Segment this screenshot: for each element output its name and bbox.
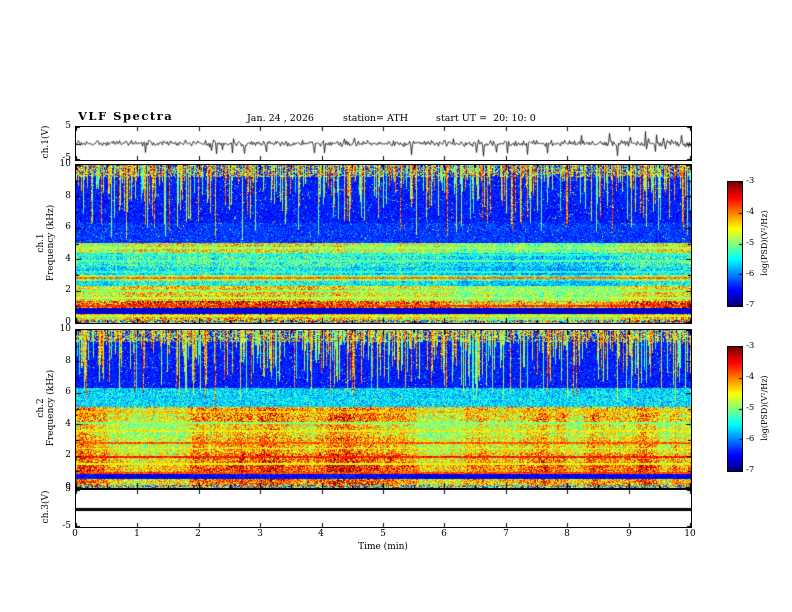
y-tick-label: 4 — [65, 254, 71, 264]
ch1-waveform-ylabel: ch.1(V) — [41, 125, 51, 159]
y-tick-label: 10 — [59, 324, 71, 334]
y-tick-label: 5 — [65, 121, 71, 131]
y-tick-label: 2 — [65, 285, 71, 295]
y-tick-label: 8 — [65, 191, 71, 201]
colorbar-tick-label: -3 — [746, 176, 755, 186]
ch3-waveform-canvas — [75, 489, 692, 528]
ch2-spectrogram-ylabel-line2: Frequency (kHz) — [46, 369, 56, 447]
x-tick-label: 6 — [441, 529, 447, 539]
colorbar-tick-label: -7 — [746, 465, 755, 475]
vlf-spectra-figure: VLF Spectra Jan. 24 , 2026 station= ATH … — [0, 0, 792, 612]
y-tick-label: 4 — [65, 419, 71, 429]
colorbar-tick-label: -3 — [746, 341, 755, 351]
y-tick-label: 6 — [65, 222, 71, 232]
header-date: Jan. 24 , 2026 — [247, 113, 314, 124]
x-tick-label: 4 — [318, 529, 324, 539]
ch1-spectrogram-ylabel: ch.1 Frequency (kHz) — [36, 205, 56, 282]
header-start-ut: start UT = 20: 10: 0 — [436, 113, 536, 124]
header-station: station= ATH — [343, 113, 408, 124]
colorbar-ch1-canvas — [727, 181, 743, 307]
ch3-waveform-ylabel: ch.3(V) — [41, 490, 51, 524]
colorbar-ch2-canvas — [727, 346, 743, 472]
x-tick-label: 8 — [564, 529, 570, 539]
x-tick-label: 9 — [626, 529, 632, 539]
y-tick-label: 6 — [65, 387, 71, 397]
x-tick-label: 10 — [684, 529, 696, 539]
y-tick-label: 10 — [59, 159, 71, 169]
ch1-spectrogram-canvas — [75, 164, 692, 324]
x-tick-label: 0 — [72, 529, 78, 539]
colorbar-label-ch2: log(PSD)(V²/Hz) — [760, 375, 769, 441]
colorbar-label-ch1: log(PSD)(V²/Hz) — [760, 210, 769, 276]
x-axis-title: Time (min) — [358, 542, 408, 552]
x-tick-label: 7 — [503, 529, 509, 539]
x-tick-label: 2 — [195, 529, 201, 539]
x-tick-label: 3 — [257, 529, 263, 539]
y-tick-label: 2 — [65, 450, 71, 460]
ch2-spectrogram-canvas — [75, 329, 692, 489]
ch2-spectrogram-ylabel-line1: ch.2 — [36, 398, 46, 418]
ch1-spectrogram-ylabel-line2: Frequency (kHz) — [46, 204, 56, 282]
ch1-waveform-canvas — [75, 126, 692, 161]
y-tick-label: 5 — [65, 484, 71, 494]
x-tick-label: 5 — [380, 529, 386, 539]
ch2-spectrogram-ylabel: ch.2 Frequency (kHz) — [36, 370, 56, 447]
colorbar-tick-label: -7 — [746, 300, 755, 310]
x-tick-label: 1 — [134, 529, 140, 539]
y-tick-label: 8 — [65, 356, 71, 366]
figure-title: VLF Spectra — [78, 109, 174, 123]
ch1-spectrogram-ylabel-line1: ch.1 — [36, 233, 46, 253]
